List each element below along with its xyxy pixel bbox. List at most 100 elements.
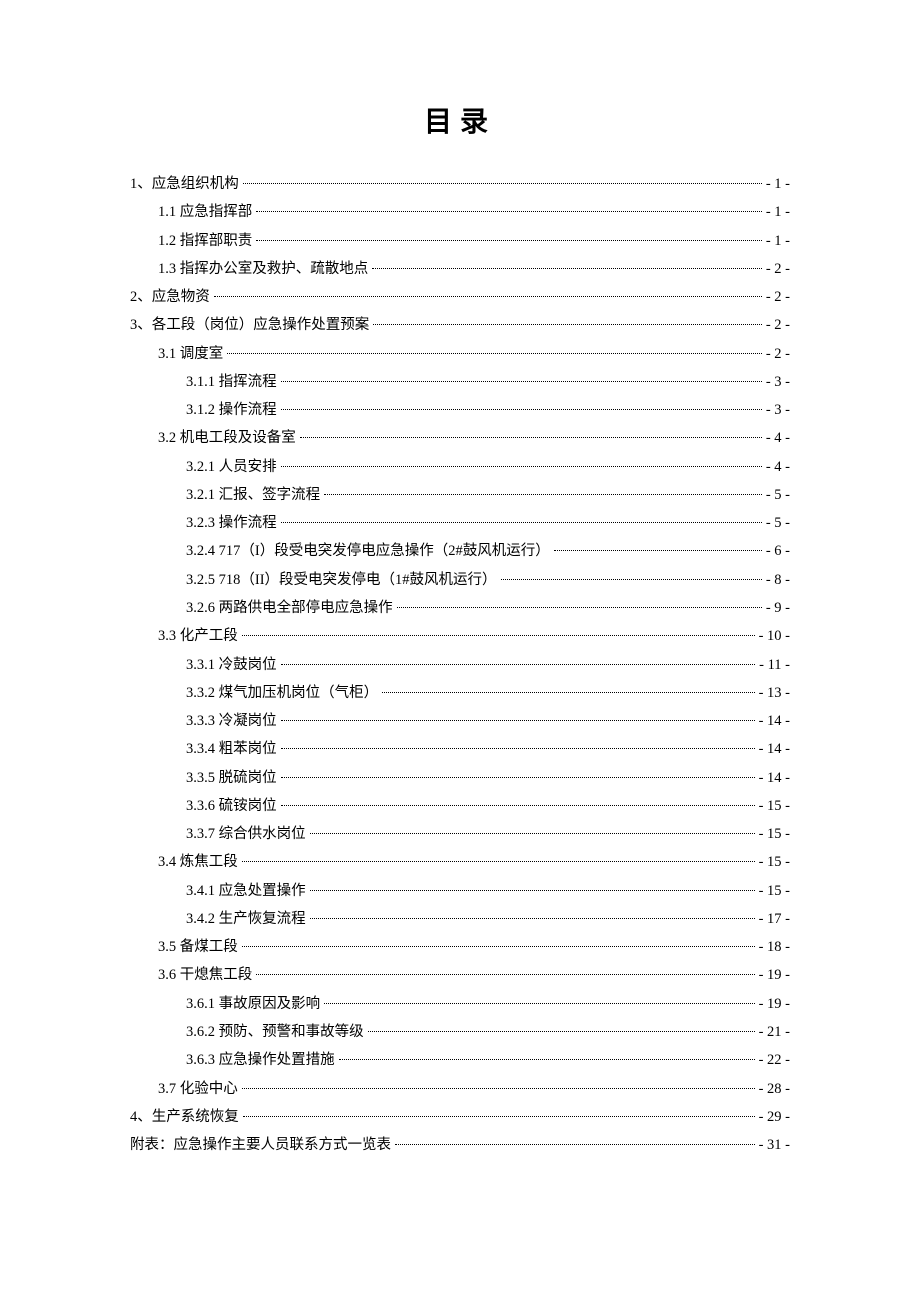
- toc-entry: 3.4 炼焦工段- 15 -: [158, 848, 790, 876]
- toc-leader-dots: [382, 692, 754, 693]
- toc-entry-text: 附表：应急操作主要人员联系方式一览表: [130, 1131, 391, 1159]
- toc-entry: 3.2.5 718（II）段受电突发停电（1#鼓风机运行）- 8 -: [186, 566, 790, 594]
- toc-entry-text: 3.3.6 硫铵岗位: [186, 792, 277, 820]
- toc-entry: 3.4.1 应急处置操作- 15 -: [186, 877, 790, 905]
- toc-leader-dots: [395, 1144, 755, 1145]
- toc-entry: 3.3.2 煤气加压机岗位（气柜） - 13 -: [186, 679, 790, 707]
- toc-entry: 3.2.1 人员安排- 4 -: [186, 453, 790, 481]
- toc-entry-text: 3.2.4 717（I）段受电突发停电应急操作（2#鼓风机运行）: [186, 537, 550, 565]
- toc-leader-dots: [310, 833, 755, 834]
- toc-leader-dots: [281, 409, 762, 410]
- toc-entry-text: 3.6.3 应急操作处置措施: [186, 1046, 335, 1074]
- toc-entry-text: 3.1.1 指挥流程: [186, 368, 277, 396]
- toc-leader-dots: [243, 183, 762, 184]
- toc-entry-page: - 21 -: [759, 1018, 790, 1046]
- toc-entry: 3.3.1 冷鼓岗位 - 11 -: [186, 651, 790, 679]
- toc-entry-page: - 6 -: [766, 537, 790, 565]
- toc-entry-text: 3.3.4 粗苯岗位: [186, 735, 277, 763]
- toc-entry-text: 1.2 指挥部职责: [158, 227, 252, 255]
- toc-entry-page: - 2 -: [766, 283, 790, 311]
- toc-entry-page: - 5 -: [766, 509, 790, 537]
- toc-entry: 1、应急组织机构- 1 -: [130, 170, 790, 198]
- toc-leader-dots: [256, 974, 754, 975]
- toc-entry-page: - 22 -: [759, 1046, 790, 1074]
- toc-leader-dots: [214, 296, 762, 297]
- toc-entry-text: 3.6.2 预防、预警和事故等级: [186, 1018, 364, 1046]
- toc-leader-dots: [281, 466, 762, 467]
- toc-leader-dots: [281, 777, 755, 778]
- toc-entry: 3.4.2 生产恢复流程 - 17 -: [186, 905, 790, 933]
- toc-entry-text: 1.1 应急指挥部: [158, 198, 252, 226]
- toc-entry-page: - 2 -: [766, 255, 790, 283]
- toc-entry-text: 3.3.7 综合供水岗位: [186, 820, 306, 848]
- toc-entry-page: - 29 -: [759, 1103, 790, 1131]
- toc-entry: 3.1.2 操作流程- 3 -: [186, 396, 790, 424]
- toc-entry-text: 3.3.3 冷凝岗位: [186, 707, 277, 735]
- toc-entry-text: 3.4.1 应急处置操作: [186, 877, 306, 905]
- toc-entry-text: 3.2.6 两路供电全部停电应急操作: [186, 594, 393, 622]
- toc-entry: 3.6.3 应急操作处置措施 - 22 -: [186, 1046, 790, 1074]
- toc-entry: 3.2 机电工段及设备室 - 4 -: [158, 424, 790, 452]
- toc-entry-text: 3.4.2 生产恢复流程: [186, 905, 306, 933]
- toc-entry-text: 3.2.1 人员安排: [186, 453, 277, 481]
- toc-entry-page: - 2 -: [766, 340, 790, 368]
- toc-entry: 3.1 调度室 - 2 -: [158, 340, 790, 368]
- toc-entry: 3.3.7 综合供水岗位 - 15 -: [186, 820, 790, 848]
- toc-entry-page: - 18 -: [759, 933, 790, 961]
- toc-leader-dots: [310, 890, 755, 891]
- toc-entry: 1.2 指挥部职责 - 1 -: [158, 227, 790, 255]
- toc-entry: 1.3 指挥办公室及救护、疏散地点- 2 -: [158, 255, 790, 283]
- toc-leader-dots: [281, 805, 755, 806]
- toc-entry-text: 3.3.2 煤气加压机岗位（气柜）: [186, 679, 378, 707]
- toc-entry-page: - 19 -: [759, 961, 790, 989]
- toc-entry-page: - 31 -: [759, 1131, 790, 1159]
- toc-entry: 4、生产系统恢复- 29 -: [130, 1103, 790, 1131]
- toc-leader-dots: [339, 1059, 755, 1060]
- toc-leader-dots: [227, 353, 762, 354]
- toc-entry-page: - 4 -: [766, 424, 790, 452]
- toc-leader-dots: [554, 550, 762, 551]
- toc-leader-dots: [372, 268, 762, 269]
- toc-entry-page: - 9 -: [766, 594, 790, 622]
- toc-entry-text: 3.3.1 冷鼓岗位: [186, 651, 277, 679]
- toc-entry: 1.1 应急指挥部 - 1 -: [158, 198, 790, 226]
- toc-leader-dots: [281, 522, 762, 523]
- toc-entry-page: - 1 -: [766, 198, 790, 226]
- toc-leader-dots: [397, 607, 762, 608]
- toc-entry-page: - 19 -: [759, 990, 790, 1018]
- toc-entry-text: 3.3.5 脱硫岗位: [186, 764, 277, 792]
- toc-entry: 3、各工段（岗位）应急操作处置预案- 2 -: [130, 311, 790, 339]
- toc-entry-page: - 3 -: [766, 396, 790, 424]
- toc-entry-text: 3.7 化验中心: [158, 1075, 238, 1103]
- toc-entry-page: - 17 -: [759, 905, 790, 933]
- toc-leader-dots: [242, 946, 755, 947]
- toc-leader-dots: [256, 240, 762, 241]
- toc-leader-dots: [310, 918, 755, 919]
- toc-entry-page: - 8 -: [766, 566, 790, 594]
- toc-leader-dots: [242, 861, 755, 862]
- toc-entry-page: - 15 -: [759, 820, 790, 848]
- toc-entry-page: - 13 -: [759, 679, 790, 707]
- toc-entry-text: 3.4 炼焦工段: [158, 848, 238, 876]
- toc-leader-dots: [373, 324, 762, 325]
- toc-entry-text: 3.3 化产工段: [158, 622, 238, 650]
- toc-entry: 3.3.5 脱硫岗位- 14 -: [186, 764, 790, 792]
- toc-entry-page: - 14 -: [759, 707, 790, 735]
- toc-entry-page: - 11 -: [759, 651, 790, 679]
- toc-leader-dots: [324, 1003, 754, 1004]
- toc-leader-dots: [324, 494, 762, 495]
- toc-leader-dots: [281, 664, 756, 665]
- toc-entry-text: 3.2.1 汇报、签字流程: [186, 481, 320, 509]
- toc-entry-page: - 5 -: [766, 481, 790, 509]
- toc-leader-dots: [501, 579, 762, 580]
- toc-entry: 3.1.1 指挥流程- 3 -: [186, 368, 790, 396]
- toc-leader-dots: [256, 211, 762, 212]
- toc-leader-dots: [281, 720, 755, 721]
- toc-entry: 3.2.4 717（I）段受电突发停电应急操作（2#鼓风机运行） - 6 -: [186, 537, 790, 565]
- toc-entry-page: - 1 -: [766, 227, 790, 255]
- toc-leader-dots: [368, 1031, 755, 1032]
- toc-leader-dots: [242, 635, 755, 636]
- toc-entry: 3.7 化验中心- 28 -: [158, 1075, 790, 1103]
- toc-entry-text: 3.1 调度室: [158, 340, 223, 368]
- toc-entry-text: 3.2 机电工段及设备室: [158, 424, 296, 452]
